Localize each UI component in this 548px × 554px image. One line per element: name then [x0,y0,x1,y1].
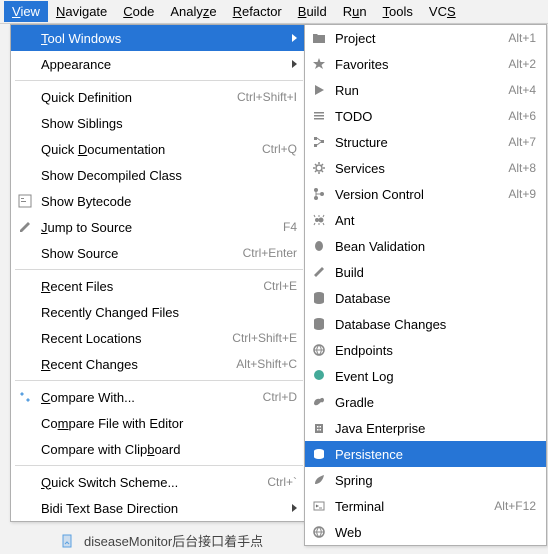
database-icon [311,290,327,306]
bubble-icon [311,368,327,384]
tw-event-log[interactable]: Event Log [305,363,546,389]
separator [15,465,303,466]
menu-quick-definition[interactable]: Quick Definition Ctrl+Shift+I [11,84,307,110]
menu-show-siblings[interactable]: Show Siblings [11,110,307,136]
structure-icon [311,134,327,150]
menu-recent-locations[interactable]: Recent Locations Ctrl+Shift+E [11,325,307,351]
tw-services[interactable]: ServicesAlt+8 [305,155,546,181]
tw-endpoints[interactable]: Endpoints [305,337,546,363]
tw-persistence[interactable]: Persistence [305,441,546,467]
menu-analyze[interactable]: Analyze [162,1,224,22]
tw-database[interactable]: Database [305,285,546,311]
menu-compare-clipboard[interactable]: Compare with Clipboard [11,436,307,462]
menu-bidi[interactable]: Bidi Text Base Direction [11,495,307,521]
tw-favorites[interactable]: FavoritesAlt+2 [305,51,546,77]
tw-ant[interactable]: Ant [305,207,546,233]
menu-code[interactable]: Code [115,1,162,22]
gear-icon [311,160,327,176]
separator [15,80,303,81]
submenu-arrow-icon [292,60,297,68]
menu-refactor[interactable]: Refactor [225,1,290,22]
menu-recent-changes[interactable]: Recent Changes Alt+Shift+C [11,351,307,377]
menu-show-decompiled[interactable]: Show Decompiled Class [11,162,307,188]
ant-icon [311,212,327,228]
project-file-label: diseaseMonitor后台接口着手点 [60,531,263,550]
star-icon [311,56,327,72]
submenu-arrow-icon [292,34,297,42]
pencil-icon [17,219,33,235]
compare-icon [17,389,33,405]
menu-appearance[interactable]: Appearance [11,51,307,77]
building-icon [311,420,327,436]
folder-icon [311,30,327,46]
menu-recently-changed-files[interactable]: Recently Changed Files [11,299,307,325]
menu-navigate[interactable]: Navigate [48,1,115,22]
tw-project[interactable]: ProjectAlt+1 [305,25,546,51]
terminal-icon [311,498,327,514]
menu-compare-with[interactable]: Compare With... Ctrl+D [11,384,307,410]
list-icon [311,108,327,124]
submenu-arrow-icon [292,504,297,512]
tw-todo[interactable]: TODOAlt+6 [305,103,546,129]
menu-build[interactable]: Build [290,1,335,22]
menu-run[interactable]: Run [335,1,375,22]
database-changes-icon [311,316,327,332]
gradle-icon [311,394,327,410]
tw-java-enterprise[interactable]: Java Enterprise [305,415,546,441]
tw-bean-validation[interactable]: Bean Validation [305,233,546,259]
menubar: View Navigate Code Analyze Refactor Buil… [0,0,548,24]
menu-vcs[interactable]: VCS [421,1,464,22]
menu-quick-documentation[interactable]: Quick Documentation Ctrl+Q [11,136,307,162]
menu-tools[interactable]: Tools [375,1,421,22]
file-icon [60,533,76,549]
bytecode-icon [17,193,33,209]
globe-icon [311,342,327,358]
globe-icon [311,524,327,540]
view-dropdown: Tool Windows Appearance Quick Definition… [10,24,308,522]
menu-recent-files[interactable]: Recent Files Ctrl+E [11,273,307,299]
separator [15,380,303,381]
leaf-icon [311,472,327,488]
tw-build[interactable]: Build [305,259,546,285]
tw-terminal[interactable]: TerminalAlt+F12 [305,493,546,519]
menu-compare-file-editor[interactable]: Compare File with Editor [11,410,307,436]
branch-icon [311,186,327,202]
tw-spring[interactable]: Spring [305,467,546,493]
menu-show-bytecode[interactable]: Show Bytecode [11,188,307,214]
tool-windows-submenu: ProjectAlt+1 FavoritesAlt+2 RunAlt+4 TOD… [304,24,547,546]
tw-run[interactable]: RunAlt+4 [305,77,546,103]
hammer-icon [311,264,327,280]
menu-jump-to-source[interactable]: Jump to Source F4 [11,214,307,240]
tw-gradle[interactable]: Gradle [305,389,546,415]
tw-structure[interactable]: StructureAlt+7 [305,129,546,155]
persistence-icon [311,446,327,462]
menu-view[interactable]: View [4,1,48,22]
menu-show-source[interactable]: Show Source Ctrl+Enter [11,240,307,266]
tw-version-control[interactable]: Version ControlAlt+9 [305,181,546,207]
tw-database-changes[interactable]: Database Changes [305,311,546,337]
menu-tool-windows[interactable]: Tool Windows [11,25,307,51]
bean-icon [311,238,327,254]
tw-web[interactable]: Web [305,519,546,545]
separator [15,269,303,270]
play-icon [311,82,327,98]
menu-quick-switch-scheme[interactable]: Quick Switch Scheme... Ctrl+` [11,469,307,495]
